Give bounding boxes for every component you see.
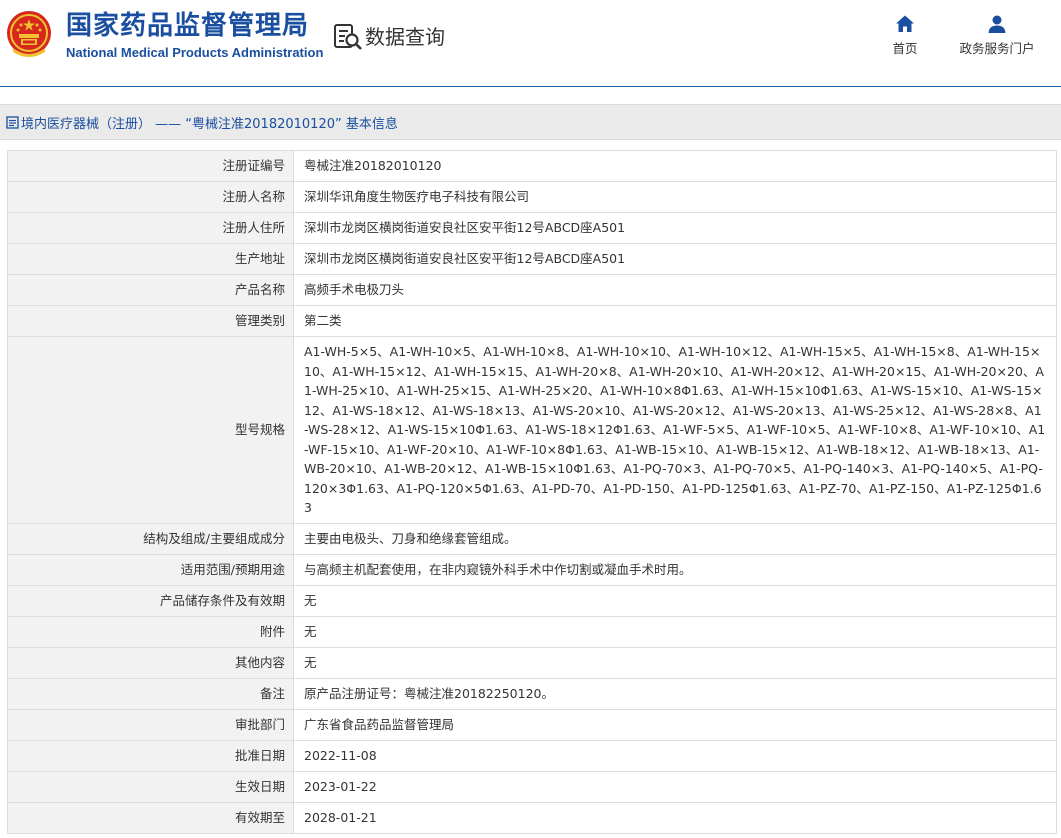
table-row: 产品储存条件及有效期无 <box>7 584 1057 617</box>
nav-home[interactable]: 首页 <box>885 14 925 57</box>
row-value: 2028-01-21 <box>293 801 1057 834</box>
site-title-en: National Medical Products Administration <box>66 45 324 60</box>
row-value: 无 <box>293 615 1057 648</box>
table-row: 附件无 <box>7 615 1057 648</box>
row-label: 备注 <box>7 677 294 710</box>
table-row: 批准日期 2022-11-08 <box>7 739 1057 772</box>
row-value: 深圳市龙岗区横岗街道安良社区安平街12号ABCD座A501 <box>293 243 1057 275</box>
row-label: 批准日期 <box>7 739 294 772</box>
row-value: 2023-01-22 <box>293 770 1057 803</box>
device-info-table: 注册证编号 粤械注准20182010120 注册人名称 深圳华讯角度生物医疗电子科技… <box>7 150 1057 834</box>
table-row: 适用范围/预期用途 与高频主机配套使用，在非内窥镜外科手术中作切割或凝血手术时用。 <box>7 553 1057 586</box>
table-row: 生效日期 2023-01-22 <box>7 770 1057 803</box>
home-icon <box>896 15 914 32</box>
table-row: 审批部门 广东省食品药品监督管理局 <box>7 708 1057 741</box>
row-value: 无 <box>293 646 1057 679</box>
search-document-icon <box>334 24 362 50</box>
row-value: 无 <box>293 584 1057 617</box>
row-value: 高频手术电极刀头 <box>293 274 1057 306</box>
row-value: 广东省食品药品监督管理局 <box>293 708 1057 741</box>
row-label: 有效期至 <box>7 801 294 834</box>
row-value: 2022-11-08 <box>293 739 1057 772</box>
row-label: 附件 <box>7 615 294 648</box>
nav-service-portal[interactable]: 政务服务门户 <box>952 14 1042 57</box>
table-row: 注册人名称 深圳华讯角度生物医疗电子科技有限公司 <box>7 181 1057 213</box>
row-label: 其他内容 <box>7 646 294 679</box>
row-label: 产品储存条件及有效期 <box>7 584 294 617</box>
table-row: 备注 原产品注册证号：粤械注准20182250120。 <box>7 677 1057 710</box>
user-icon <box>988 15 1006 33</box>
table-row: 其他内容无 <box>7 646 1057 679</box>
nav-portal-label: 政务服务门户 <box>959 41 1035 56</box>
row-value: 与高频主机配套使用，在非内窥镜外科手术中作切割或凝血手术时用。 <box>293 553 1057 586</box>
row-value: 主要由电极头、刀身和绝缘套管组成。 <box>293 522 1057 555</box>
data-query-label: 数据查询 <box>365 25 445 49</box>
nav-home-label: 首页 <box>892 41 918 56</box>
national-emblem-icon <box>7 11 51 57</box>
row-label: 生产地址 <box>7 243 294 275</box>
table-row: 生产地址 深圳市龙岗区横岗街道安良社区安平街12号ABCD座A501 <box>7 243 1057 275</box>
row-label: 结构及组成/主要组成成分 <box>7 522 294 555</box>
data-query-title: 数据查询 <box>333 22 445 52</box>
row-label: 产品名称 <box>7 274 294 306</box>
row-label: 注册人名称 <box>7 181 294 213</box>
document-icon <box>6 115 19 129</box>
row-label: 型号规格 <box>7 336 294 524</box>
table-row: 产品名称 高频手术电极刀头 <box>7 274 1057 306</box>
row-value: 深圳华讯角度生物医疗电子科技有限公司 <box>293 181 1057 213</box>
row-label: 生效日期 <box>7 770 294 803</box>
table-row: 结构及组成/主要组成成分 主要由电极头、刀身和绝缘套管组成。 <box>7 522 1057 555</box>
row-value: 第二类 <box>293 305 1057 337</box>
table-row: 注册证编号 粤械注准20182010120 <box>7 150 1057 182</box>
table-row: 管理类别 第二类 <box>7 305 1057 337</box>
breadcrumb-text: 境内医疗器械（注册） —— “粤械注准20182010120” 基本信息 <box>21 116 398 132</box>
row-label: 适用范围/预期用途 <box>7 553 294 586</box>
site-title-cn: 国家药品监督管理局 <box>66 11 310 41</box>
row-label: 审批部门 <box>7 708 294 741</box>
row-value: A1-WH-5×5、A1-WH-10×5、A1-WH-10×8、A1-WH-10… <box>293 336 1057 524</box>
row-value: 深圳市龙岗区横岗街道安良社区安平街12号ABCD座A501 <box>293 212 1057 244</box>
table-row: 型号规格 A1-WH-5×5、A1-WH-10×5、A1-WH-10×8、A1-W… <box>7 336 1057 524</box>
row-value: 粤械注准20182010120 <box>293 150 1057 182</box>
breadcrumb: 境内医疗器械（注册） —— “粤械注准20182010120” 基本信息 <box>0 104 1061 140</box>
site-header: 国家药品监督管理局 National Medical Products Admi… <box>0 0 1061 87</box>
row-label: 注册证编号 <box>7 150 294 182</box>
row-label: 管理类别 <box>7 305 294 337</box>
row-label: 注册人住所 <box>7 212 294 244</box>
table-row: 注册人住所 深圳市龙岗区横岗街道安良社区安平街12号ABCD座A501 <box>7 212 1057 244</box>
table-row: 有效期至 2028-01-21 <box>7 801 1057 834</box>
row-value: 原产品注册证号：粤械注准20182250120。 <box>293 677 1057 710</box>
